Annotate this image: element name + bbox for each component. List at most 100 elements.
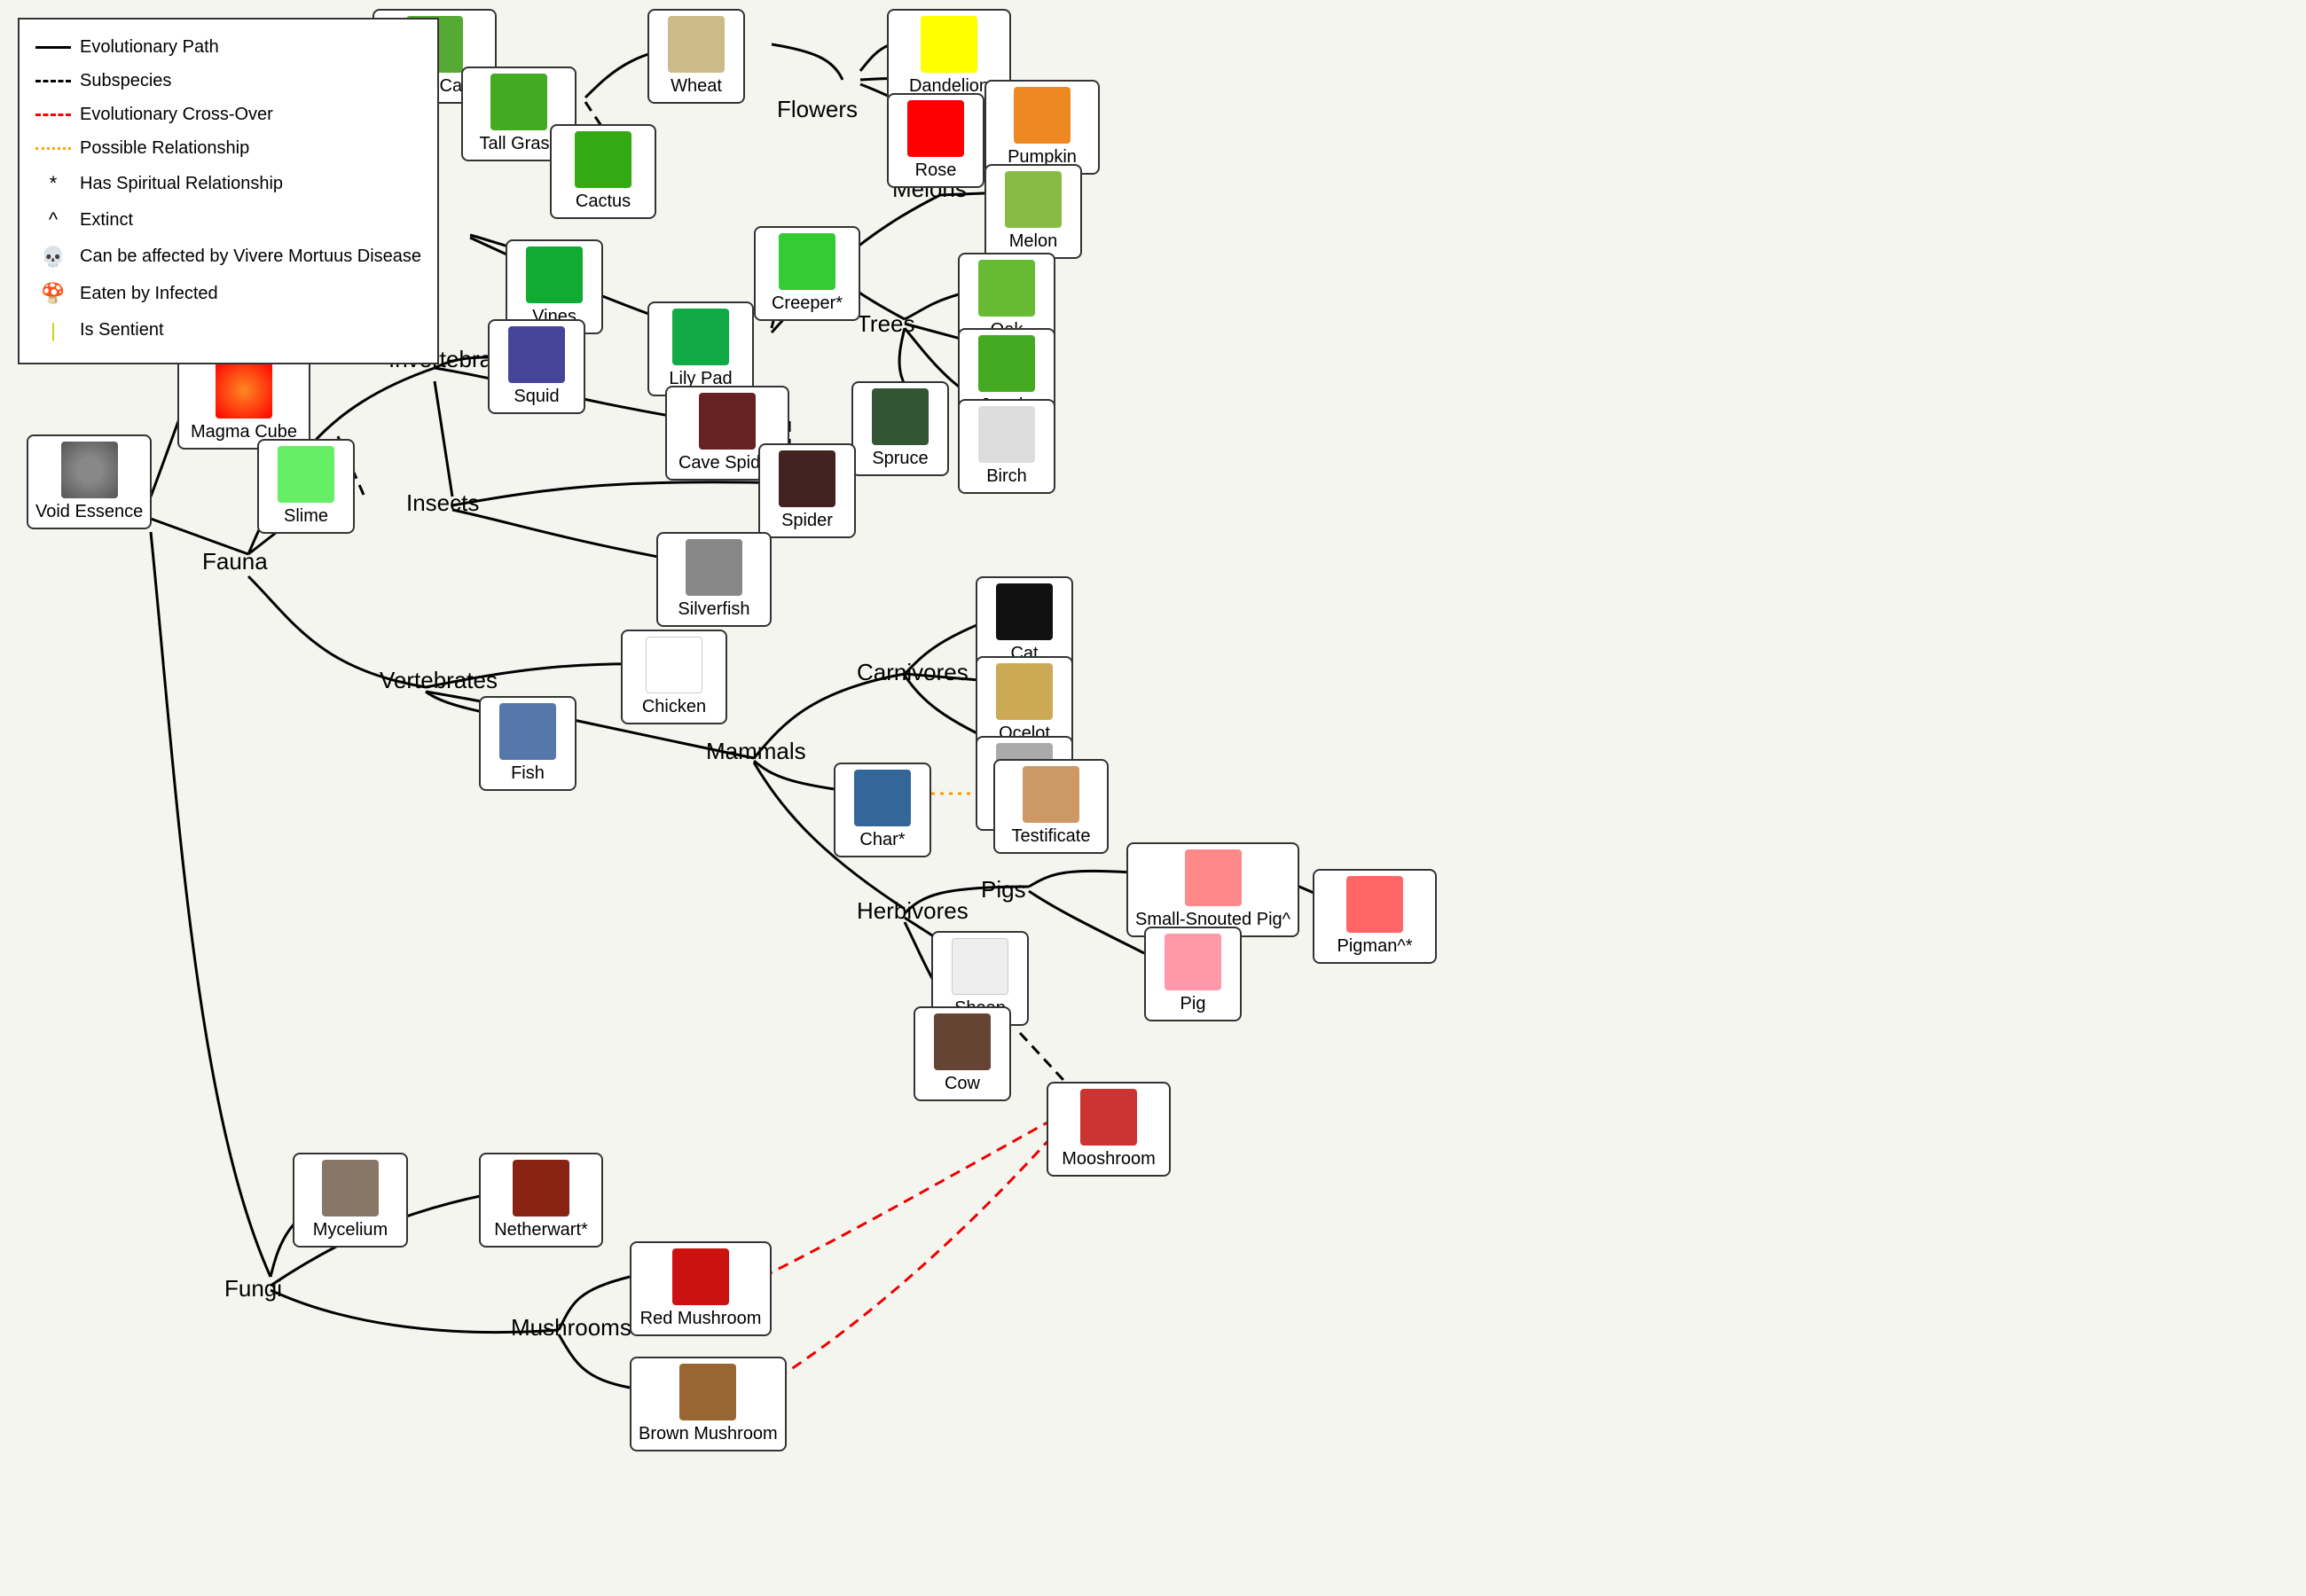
cow-label: Cow (945, 1074, 980, 1094)
skull-icon: 💀 (35, 240, 71, 273)
rose-label: Rose (915, 160, 957, 181)
node-squid: Squid (488, 319, 585, 414)
legend-item-evolutionary-path: Evolutionary Path (35, 32, 421, 62)
silverfish-sprite (686, 539, 742, 596)
creeper-sprite (779, 233, 835, 290)
creeper-label: Creeper* (772, 293, 843, 314)
node-chicken: Chicken (621, 630, 727, 724)
mushrooms-label: Mushrooms (511, 1314, 631, 1342)
legend-item-disease: 💀 Can be affected by Vivere Mortuus Dise… (35, 240, 421, 273)
spider-label: Spider (781, 511, 833, 531)
mycelium-sprite (322, 1160, 379, 1217)
node-brown-mushroom: Brown Mushroom (630, 1357, 787, 1451)
birch-sprite (978, 406, 1035, 463)
mooshroom-sprite (1080, 1089, 1137, 1146)
magma-cube-sprite (216, 362, 272, 419)
node-testificate: Testificate (993, 759, 1109, 854)
pig-sprite (1165, 934, 1221, 990)
small-pig-sprite (1185, 849, 1242, 906)
extinct-icon: ^ (35, 203, 71, 236)
pigman-sprite (1346, 876, 1403, 933)
node-cactus: Cactus (550, 124, 656, 219)
cow-sprite (934, 1013, 991, 1070)
trees-label: Trees (857, 310, 915, 338)
node-wheat: Wheat (647, 9, 745, 104)
mycelium-label: Mycelium (313, 1220, 388, 1240)
vines-sprite (526, 246, 583, 303)
node-fish: Fish (479, 696, 576, 791)
slime-label: Slime (284, 506, 328, 527)
birch-label: Birch (986, 466, 1027, 487)
void-essence-label: Void Essence (35, 502, 143, 522)
legend-item-spiritual: * Has Spiritual Relationship (35, 167, 421, 200)
node-pumpkin: Pumpkin (984, 80, 1100, 175)
squid-label: Squid (514, 387, 559, 407)
legend-item-eaten: 🍄 Eaten by Infected (35, 277, 421, 309)
legend-item-sentient: | Is Sentient (35, 314, 421, 347)
legend-item-subspecies: Subspecies (35, 66, 421, 96)
cave-spider-sprite (699, 393, 756, 450)
wheat-label: Wheat (671, 76, 722, 97)
netherwart-label: Netherwart* (494, 1220, 588, 1240)
spruce-sprite (872, 388, 929, 445)
node-birch: Birch (958, 399, 1055, 494)
star-icon: * (35, 167, 71, 200)
node-magma-cube: Magma Cube (177, 355, 310, 450)
fish-sprite (499, 703, 556, 760)
fungi-label: Fungi (224, 1275, 282, 1303)
node-small-pig: Small-Snouted Pig^ (1126, 842, 1299, 937)
carnivores-label: Carnivores (857, 659, 969, 686)
cactus-sprite (575, 131, 631, 188)
melon-sprite (1005, 171, 1062, 228)
node-mycelium: Mycelium (293, 1153, 408, 1248)
char-sprite (854, 770, 911, 826)
node-pigman: Pigman^* (1313, 869, 1437, 964)
evolutionary-path-icon (35, 46, 71, 49)
rod-icon: | (35, 314, 71, 347)
cactus-label: Cactus (576, 192, 631, 212)
pumpkin-sprite (1014, 87, 1071, 144)
node-netherwart: Netherwart* (479, 1153, 603, 1248)
melon-label: Melon (1009, 231, 1057, 252)
node-cow: Cow (914, 1006, 1011, 1101)
node-void-essence: Void Essence (27, 434, 152, 529)
crossover-icon (35, 113, 71, 116)
ocelot-sprite (996, 663, 1053, 720)
legend-item-possible: Possible Relationship (35, 133, 421, 163)
node-spruce: Spruce (851, 381, 949, 476)
pigman-label: Pigman^* (1337, 936, 1413, 957)
node-melon: Melon (984, 164, 1082, 259)
legend-item-extinct: ^ Extinct (35, 203, 421, 236)
node-creeper: Creeper* (754, 226, 860, 321)
diagram-canvas: Evolutionary Path Subspecies Evolutionar… (0, 0, 2306, 1596)
sheep-sprite (952, 938, 1008, 995)
legend-box: Evolutionary Path Subspecies Evolutionar… (18, 18, 439, 364)
node-pig: Pig (1144, 927, 1242, 1021)
eaten-icon: 🍄 (35, 277, 71, 309)
red-mushroom-label: Red Mushroom (640, 1309, 762, 1329)
node-red-mushroom: Red Mushroom (630, 1241, 772, 1336)
oak-sprite (978, 260, 1035, 317)
subspecies-icon (35, 80, 71, 82)
possible-rel-icon (35, 147, 71, 150)
node-slime: Slime (257, 439, 355, 534)
node-lily-pad: Lily Pad (647, 301, 754, 396)
fish-label: Fish (511, 763, 545, 784)
insects-label: Insects (406, 489, 479, 517)
brown-mushroom-label: Brown Mushroom (639, 1424, 778, 1444)
vertebrates-label: Vertebrates (380, 667, 498, 694)
herbivores-label: Herbivores (857, 897, 969, 925)
node-char: Char* (834, 763, 931, 857)
squid-sprite (508, 326, 565, 383)
mooshroom-label: Mooshroom (1062, 1149, 1156, 1170)
spruce-label: Spruce (872, 449, 928, 469)
cat-sprite (996, 583, 1053, 640)
node-silverfish: Silverfish (656, 532, 772, 627)
netherwart-sprite (513, 1160, 569, 1217)
node-spider: Spider (758, 443, 856, 538)
red-mushroom-sprite (672, 1248, 729, 1305)
slime-sprite (278, 446, 334, 503)
legend-item-crossover: Evolutionary Cross-Over (35, 99, 421, 129)
char-label: Char* (859, 830, 905, 850)
dandelion-sprite (921, 16, 977, 73)
